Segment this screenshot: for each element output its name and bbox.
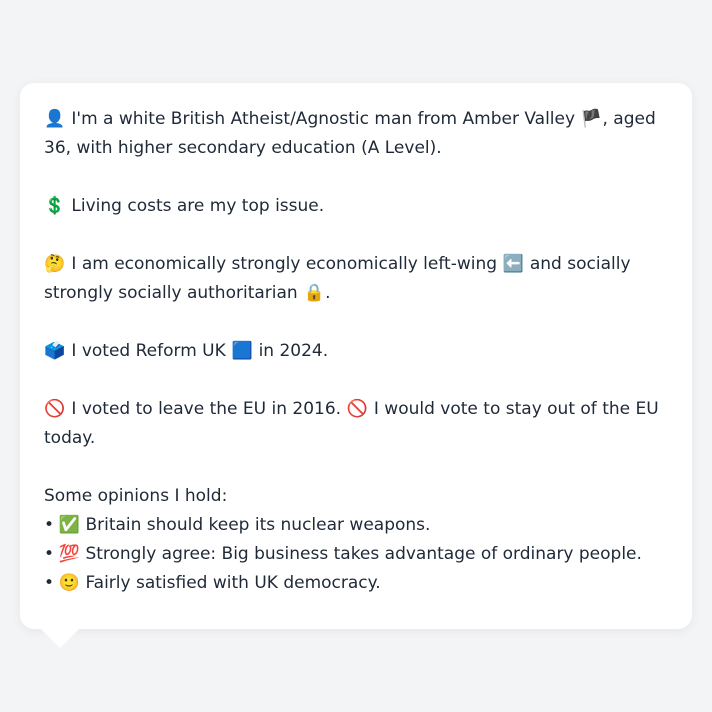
profile-speech-bubble: 👤 I'm a white British Atheist/Agnostic m… (20, 83, 692, 629)
opinions-section: Some opinions I hold: • ✅ Britain should … (44, 482, 668, 598)
check-mark-icon: ✅ (58, 515, 80, 535)
prohibited-icon: 🚫 (346, 399, 369, 419)
opinions-heading: Some opinions I hold: (44, 486, 228, 506)
intro-paragraph: 👤 I'm a white British Atheist/Agnostic m… (44, 105, 668, 163)
slightly-smiling-face-icon: 🙂 (58, 573, 80, 593)
speech-bubble-tail (40, 628, 80, 648)
eu-paragraph: 🚫 I voted to leave the EU in 2016. 🚫 I w… (44, 395, 668, 453)
ideology-text-economic: I am economically strongly economically … (71, 254, 498, 274)
blue-square-icon: 🟦 (231, 341, 253, 361)
opinion-text: Strongly agree: Big business takes advan… (85, 544, 642, 564)
bullet: • (44, 544, 55, 564)
bullet: • (44, 573, 55, 593)
opinions-list: • ✅ Britain should keep its nuclear weapo… (44, 511, 668, 598)
list-item: • 💯 Strongly agree: Big business takes ad… (44, 540, 668, 569)
ideology-paragraph: 🤔 I am economically strongly economicall… (44, 250, 668, 308)
top-issue-text: Living costs are my top issue. (71, 196, 325, 216)
opinion-text: Fairly satisfied with UK democracy. (85, 573, 381, 593)
opinion-text: Britain should keep its nuclear weapons. (85, 515, 431, 535)
person-icon: 👤 (44, 109, 66, 129)
ballot-box-icon: 🗳️ (44, 341, 66, 361)
vote-year-text: in 2024. (258, 341, 329, 361)
intro-text: I'm a white British Atheist/Agnostic man… (71, 109, 576, 129)
vote-paragraph: 🗳️ I voted Reform UK 🟦 in 2024. (44, 337, 668, 366)
left-arrow-icon: ⬅️ (502, 254, 525, 274)
eu-2016-text: I voted to leave the EU in 2016. (71, 399, 342, 419)
ideology-period: . (325, 283, 331, 303)
list-item: • 🙂 Fairly satisfied with UK democracy. (44, 569, 668, 598)
bullet: • (44, 515, 55, 535)
lock-icon: 🔒 (303, 283, 325, 303)
dollar-sign-icon: 💲 (44, 196, 66, 216)
prohibited-icon: 🚫 (44, 399, 66, 419)
vote-text: I voted Reform UK (71, 341, 226, 361)
hundred-points-icon: 💯 (58, 544, 80, 564)
top-issue-paragraph: 💲 Living costs are my top issue. (44, 192, 668, 221)
thinking-face-icon: 🤔 (44, 254, 66, 274)
list-item: • ✅ Britain should keep its nuclear weapo… (44, 511, 668, 540)
england-flag-icon: 🏴 (580, 109, 603, 129)
